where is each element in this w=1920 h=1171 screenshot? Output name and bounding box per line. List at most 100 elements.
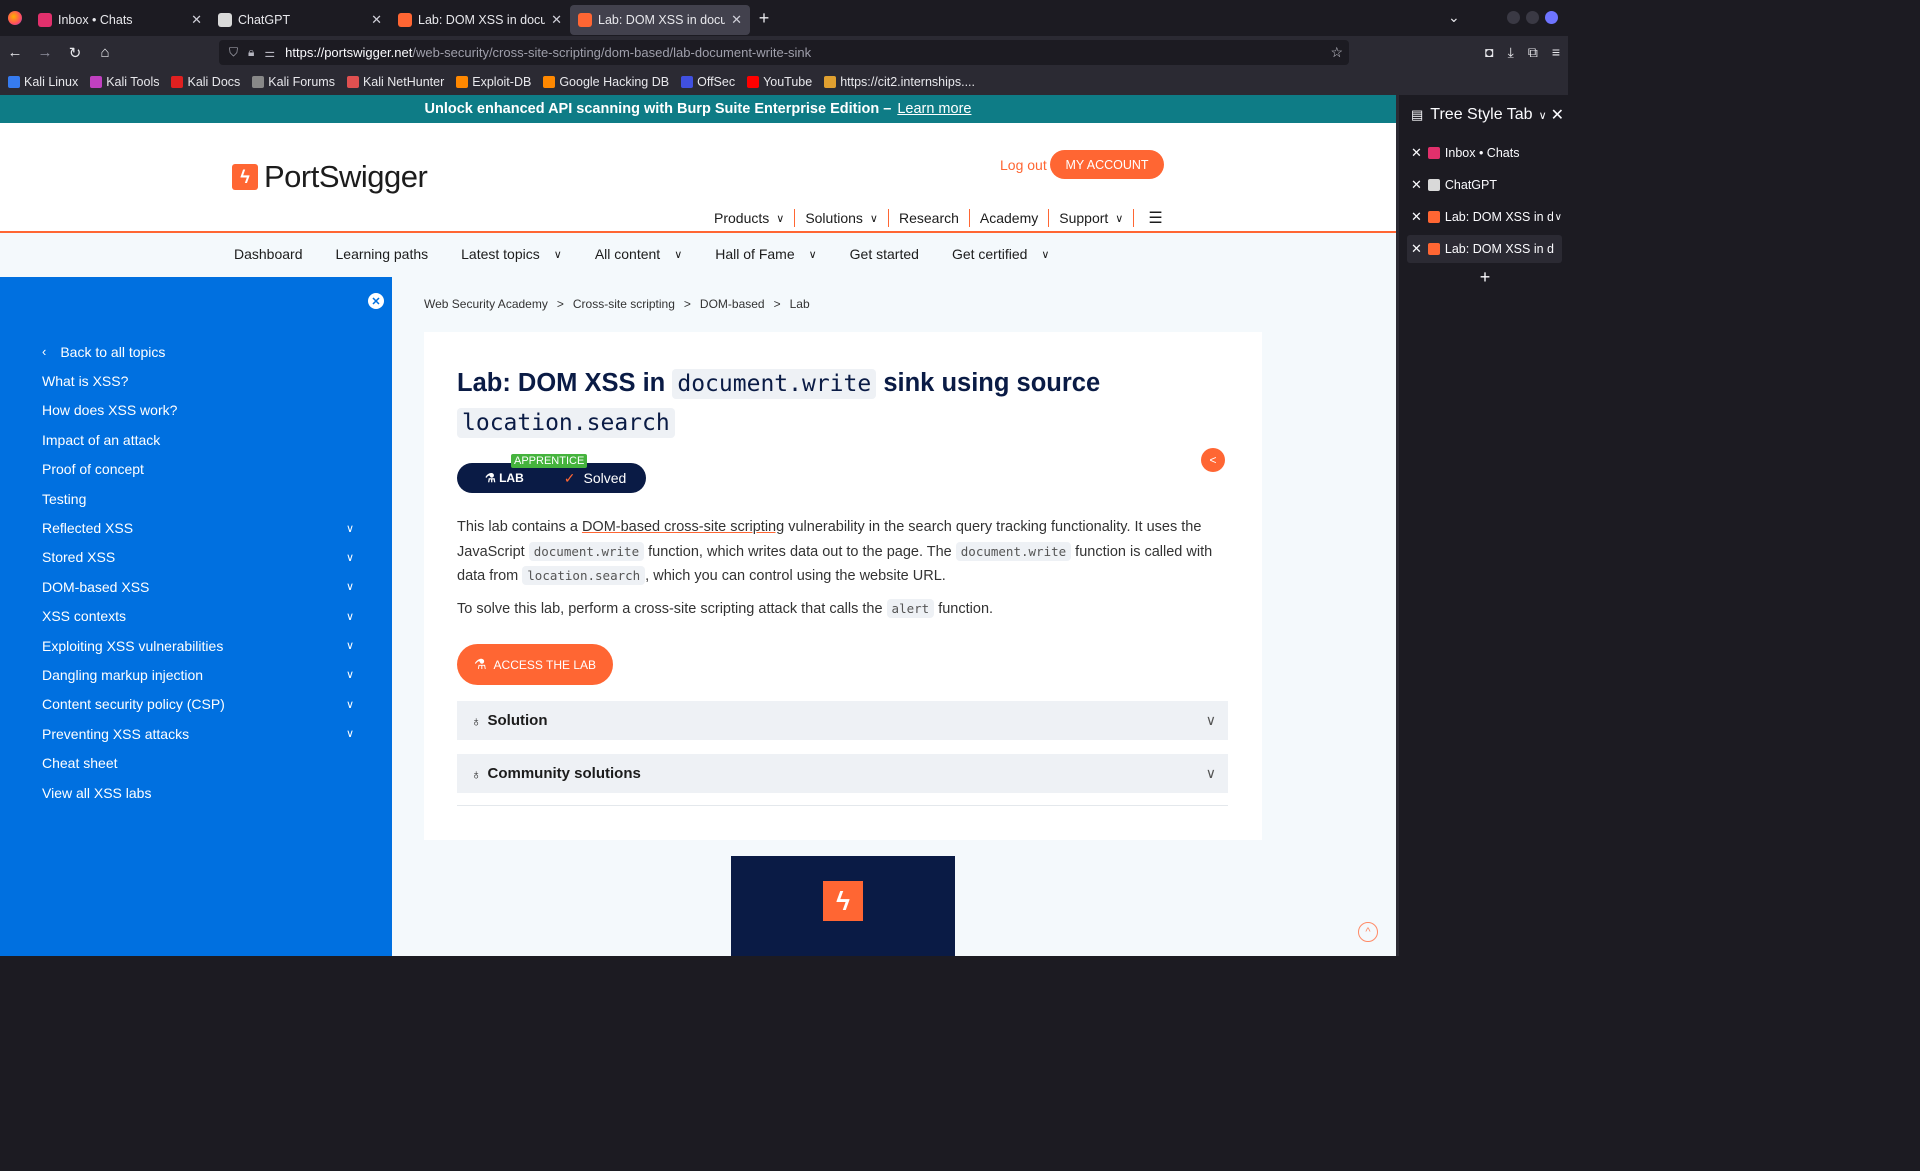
chevron-down-icon[interactable]: ∨ [346, 551, 354, 564]
close-tab-icon[interactable]: ✕ [371, 12, 382, 28]
my-account-button[interactable]: MY ACCOUNT [1050, 150, 1164, 179]
sidebar-item[interactable]: View all XSS labs [42, 778, 354, 807]
extensions-icon[interactable]: ⧉ [1528, 44, 1538, 61]
browser-tab[interactable]: ChatGPT ✕ [210, 5, 390, 35]
chevron-down-icon[interactable]: ∨ [346, 610, 354, 623]
access-lab-button[interactable]: ⚗ ACCESS THE LAB [457, 644, 613, 685]
new-tab-button[interactable]: + [750, 8, 778, 29]
close-tab-icon[interactable]: ✕ [191, 12, 202, 28]
browser-tab[interactable]: Lab: DOM XSS in docume ✕ [390, 5, 570, 35]
bookmark-item[interactable]: https://cit2.internships.... [824, 75, 975, 89]
sidebar-item[interactable]: Proof of concept [42, 455, 354, 484]
close-window-button[interactable] [1545, 11, 1558, 24]
maximize-button[interactable] [1526, 11, 1539, 24]
community-solutions-accordion[interactable]: ♁ Community solutions ∨ [457, 754, 1228, 793]
lock-icon[interactable]: 🔒︎ [248, 45, 254, 60]
menu-icon[interactable]: ≡ [1552, 44, 1560, 61]
sidebar-item[interactable]: XSS contexts ∨ [42, 602, 354, 631]
sidebar-item[interactable]: Cheat sheet [42, 748, 354, 777]
chevron-down-icon[interactable]: ∨ [346, 668, 354, 681]
sidebar-item[interactable]: What is XSS? [42, 366, 354, 395]
tst-tab-item[interactable]: ✕ Lab: DOM XSS in d [1407, 235, 1562, 263]
nav-products[interactable]: Products ∨ [714, 209, 794, 227]
firefox-menu-button[interactable] [0, 0, 30, 36]
url-bar[interactable]: ⛉ 🔒︎ ⚌ https://portswigger.net/web-secur… [219, 40, 1349, 65]
sidebar-item[interactable]: Reflected XSS ∨ [42, 513, 354, 542]
sidebar-item[interactable]: Dangling markup injection ∨ [42, 660, 354, 689]
breadcrumb-academy[interactable]: Web Security Academy [424, 297, 548, 311]
chevron-down-icon[interactable]: ∨ [1539, 109, 1547, 122]
tst-tab-item[interactable]: ✕ ChatGPT [1407, 171, 1562, 199]
portswigger-logo[interactable]: ϟ PortSwigger [232, 159, 428, 195]
bookmark-item[interactable]: Kali Linux [8, 75, 78, 89]
home-icon[interactable]: ⌂ [90, 44, 120, 61]
bookmark-item[interactable]: Kali Tools [90, 75, 159, 89]
subnav-latest-topics[interactable]: Latest topics ∨ [461, 246, 562, 262]
permissions-icon[interactable]: ⚌ [264, 46, 275, 60]
sidebar-item[interactable]: Content security policy (CSP) ∨ [42, 690, 354, 719]
bookmark-item[interactable]: Kali NetHunter [346, 75, 444, 89]
chevron-down-icon[interactable]: ∨ [1555, 212, 1562, 223]
url-text[interactable]: https://portswigger.net/web-security/cro… [285, 45, 811, 60]
bookmark-item[interactable]: Kali Docs [171, 75, 240, 89]
chevron-down-icon[interactable]: ∨ [346, 580, 354, 593]
sidebar-item[interactable]: Stored XSS ∨ [42, 543, 354, 572]
close-tab-icon[interactable]: ✕ [1411, 241, 1422, 257]
subnav-learning-paths[interactable]: Learning paths [336, 246, 429, 262]
subnav-all-content[interactable]: All content ∨ [595, 246, 682, 262]
tst-tab-item[interactable]: ✕ Lab: DOM XSS in doc∨ [1407, 203, 1562, 231]
chevron-down-icon[interactable]: ∨ [346, 698, 354, 711]
hamburger-menu[interactable]: ☰ [1133, 209, 1172, 227]
nav-academy[interactable]: Academy [968, 209, 1048, 227]
back-icon[interactable]: ← [0, 44, 30, 61]
close-tab-icon[interactable]: ✕ [1411, 145, 1422, 161]
tst-tab-item[interactable]: ✕ Inbox • Chats [1407, 139, 1562, 167]
chevron-down-icon[interactable]: ∨ [346, 727, 354, 740]
downloads-icon[interactable]: ⤓ [1508, 44, 1514, 61]
breadcrumb-lab[interactable]: Lab [790, 297, 810, 311]
share-icon[interactable]: < [1201, 448, 1225, 472]
subnav-dashboard[interactable]: Dashboard [234, 246, 303, 262]
close-sidebar-icon[interactable]: ✕ [368, 293, 384, 309]
scroll-to-top-button[interactable]: ^ [1358, 922, 1378, 942]
breadcrumb-dom-based[interactable]: DOM-based [700, 297, 765, 311]
sidebar-item[interactable]: Preventing XSS attacks ∨ [42, 719, 354, 748]
subnav-get-certified[interactable]: Get certified ∨ [952, 246, 1050, 262]
reload-icon[interactable]: ↻ [60, 44, 90, 62]
close-icon[interactable]: ✕ [1551, 105, 1564, 125]
bookmark-item[interactable]: OffSec [681, 75, 735, 89]
bookmark-item[interactable]: YouTube [747, 75, 812, 89]
back-to-all-topics[interactable]: ‹ Back to all topics [42, 337, 354, 366]
minimize-button[interactable] [1507, 11, 1520, 24]
chevron-down-icon[interactable]: ∨ [346, 639, 354, 652]
nav-solutions[interactable]: Solutions ∨ [794, 209, 888, 227]
learn-more-link[interactable]: Learn more [897, 101, 971, 117]
tst-title[interactable]: Tree Style Tab [1430, 106, 1532, 124]
close-tab-icon[interactable]: ✕ [1411, 209, 1422, 225]
forward-icon[interactable]: → [30, 44, 60, 61]
logout-link[interactable]: Log out [1000, 157, 1047, 173]
nav-support[interactable]: Support ∨ [1048, 209, 1133, 227]
shield-icon[interactable]: ⛉ [229, 45, 238, 60]
new-tab-button[interactable]: + [1399, 267, 1571, 288]
sidebar-item[interactable]: Impact of an attack [42, 425, 354, 454]
bookmark-item[interactable]: Google Hacking DB [543, 75, 669, 89]
close-tab-icon[interactable]: ✕ [1411, 177, 1422, 193]
promo-card[interactable]: ϟ [731, 856, 955, 956]
chevron-down-icon[interactable]: ∨ [346, 522, 354, 535]
close-tab-icon[interactable]: ✕ [731, 12, 742, 28]
subnav-hall-of-fame[interactable]: Hall of Fame ∨ [715, 246, 816, 262]
nav-research[interactable]: Research [887, 209, 969, 227]
solution-accordion[interactable]: ♁ Solution ∨ [457, 701, 1228, 740]
bookmark-star-icon[interactable]: ☆ [1330, 44, 1343, 61]
sidebar-item[interactable]: How does XSS work? [42, 396, 354, 425]
tab-list-button[interactable]: ⌄ [1448, 9, 1460, 26]
sidebar-item[interactable]: DOM-based XSS ∨ [42, 572, 354, 601]
subnav-get-started[interactable]: Get started [850, 246, 919, 262]
browser-tab[interactable]: Lab: DOM XSS in docume ✕ [570, 4, 750, 35]
bookmark-item[interactable]: Exploit-DB [456, 75, 531, 89]
pocket-icon[interactable]: ◘ [1485, 44, 1493, 61]
bookmark-item[interactable]: Kali Forums [252, 75, 335, 89]
browser-tab[interactable]: Inbox • Chats ✕ [30, 5, 210, 35]
sidebar-item[interactable]: Testing [42, 484, 354, 513]
